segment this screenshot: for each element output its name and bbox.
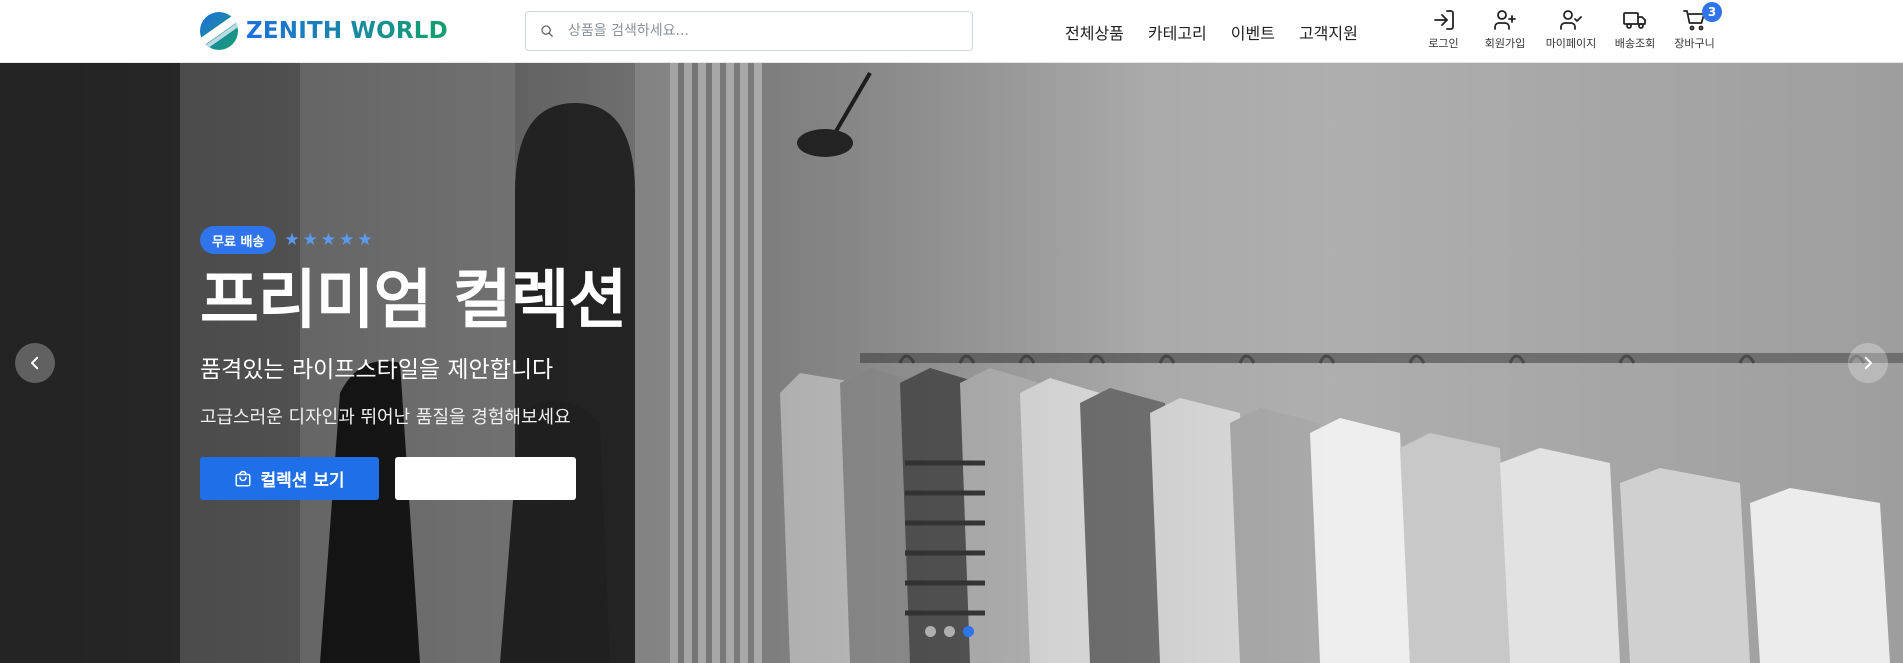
view-collection-button[interactable]: 컬렉션 보기: [200, 457, 379, 501]
mypage-button[interactable]: 마이페이지: [1538, 8, 1604, 51]
site-header: ZENITH WORLD 전체상품 카테고리 이벤트 고객지원 로그인 회원가입…: [0, 0, 1903, 63]
delivery-label: 배송조회: [1614, 37, 1656, 50]
carousel-dot-3[interactable]: [963, 626, 974, 637]
hero-title: 프리미엄 컬렉션: [200, 264, 627, 338]
cart-button[interactable]: 3 장바구니: [1666, 2, 1723, 51]
login-icon: [1433, 10, 1454, 30]
chevron-left-icon: [31, 356, 39, 370]
star-icon: ★: [339, 229, 355, 250]
carousel-indicators: [925, 626, 974, 637]
carousel-dot-2[interactable]: [944, 626, 955, 637]
logo-icon: [200, 12, 238, 50]
carousel-prev-button[interactable]: [15, 343, 55, 383]
secondary-hero-button[interactable]: [395, 457, 576, 501]
hero-buttons: 컬렉션 보기: [200, 457, 626, 501]
star-icon: ★: [284, 229, 300, 250]
carousel-dot-1[interactable]: [925, 626, 936, 637]
hero-badge-row: 무료 배송 ★ ★ ★ ★ ★: [200, 226, 626, 254]
hero-content: 무료 배송 ★ ★ ★ ★ ★ 프리미엄 컬렉션 품격있는 라이프스타일을 제안…: [200, 226, 627, 501]
search-icon[interactable]: [540, 24, 554, 38]
chevron-right-icon: [1864, 356, 1872, 370]
truck-icon: [1623, 12, 1646, 29]
cart-label: 장바구니: [1674, 37, 1715, 50]
search-box: [525, 11, 973, 51]
login-label: 로그인: [1428, 37, 1459, 50]
brand-name: ZENITH WORLD: [246, 18, 448, 44]
free-shipping-badge: 무료 배송: [200, 226, 277, 254]
star-icon: ★: [320, 229, 337, 250]
user-plus-icon: [1494, 10, 1516, 30]
hero-banner: 무료 배송 ★ ★ ★ ★ ★ 프리미엄 컬렉션 품격있는 라이프스타일을 제안…: [0, 63, 1903, 663]
nav-all-products[interactable]: 전체상품: [1065, 20, 1124, 44]
cart-count-badge: 3: [1702, 2, 1722, 22]
view-collection-label: 컬렉션 보기: [260, 471, 345, 492]
nav-categories[interactable]: 카테고리: [1148, 20, 1207, 44]
delivery-tracking-button[interactable]: 배송조회: [1604, 8, 1666, 51]
star-icon: ★: [302, 229, 318, 250]
search-input[interactable]: [568, 23, 948, 39]
star-icon: ★: [357, 229, 373, 250]
user-check-icon: [1560, 10, 1582, 30]
main-nav: 전체상품 카테고리 이벤트 고객지원: [1065, 0, 1358, 63]
rating-stars: ★ ★ ★ ★ ★: [284, 229, 373, 250]
hero-description: 고급스러운 디자인과 뛰어난 품질을 경험해보세요: [200, 407, 571, 429]
carousel-next-button[interactable]: [1848, 343, 1888, 383]
login-button[interactable]: 로그인: [1415, 8, 1472, 51]
brand-logo[interactable]: ZENITH WORLD: [200, 12, 448, 50]
nav-events[interactable]: 이벤트: [1231, 20, 1275, 44]
shopping-bag-icon: [235, 470, 251, 487]
hero-subtitle: 품격있는 라이프스타일을 제안합니다: [200, 357, 554, 384]
utility-menu: 로그인 회원가입 마이페이지 배송조회 3 장바구니: [1415, 2, 1723, 51]
signup-button[interactable]: 회원가입: [1472, 8, 1538, 51]
mypage-label: 마이페이지: [1545, 37, 1597, 50]
nav-support[interactable]: 고객지원: [1299, 20, 1358, 44]
signup-label: 회원가입: [1484, 37, 1526, 50]
